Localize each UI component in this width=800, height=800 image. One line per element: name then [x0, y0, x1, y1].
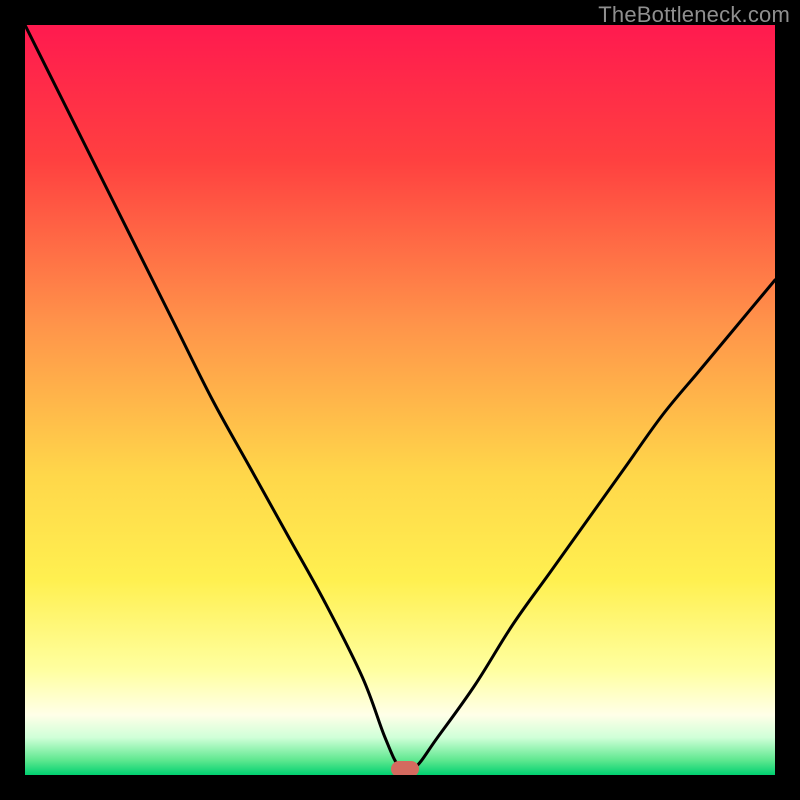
watermark-label: TheBottleneck.com	[598, 2, 790, 28]
frame: TheBottleneck.com	[0, 0, 800, 800]
optimum-marker	[391, 761, 419, 775]
plot-area	[25, 25, 775, 775]
bottleneck-curve	[25, 25, 775, 775]
